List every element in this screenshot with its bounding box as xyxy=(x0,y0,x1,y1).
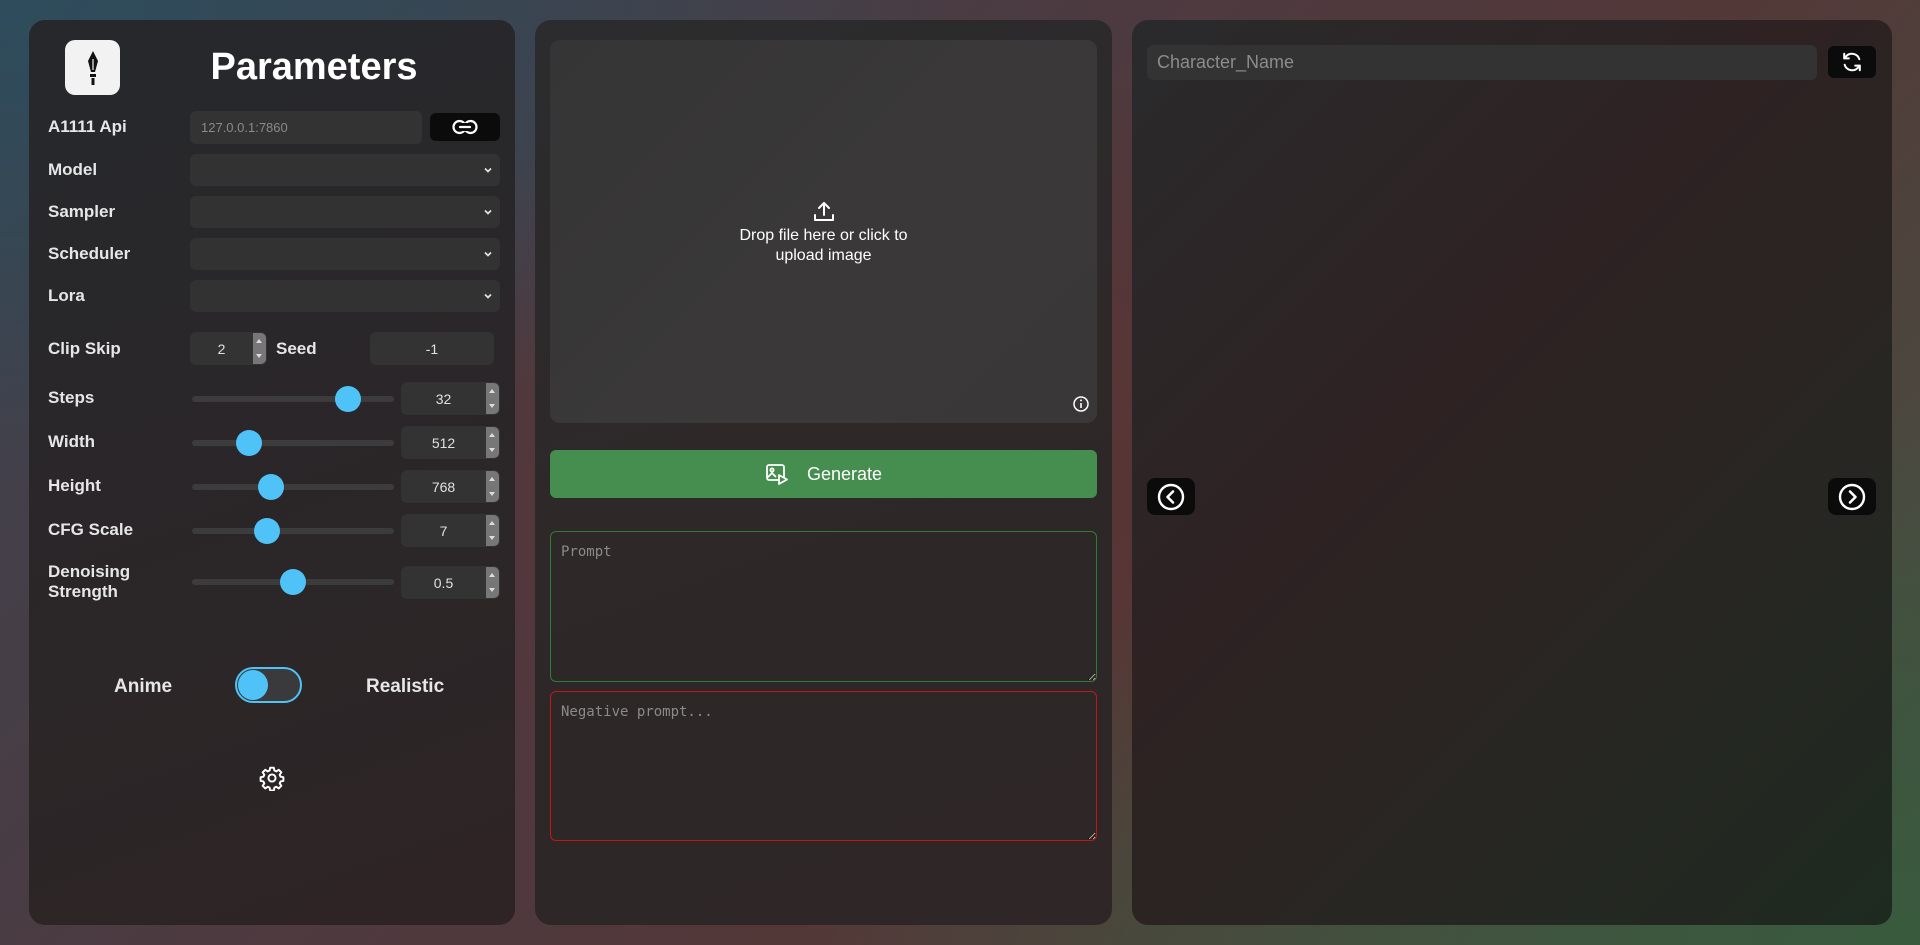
model-select[interactable] xyxy=(190,154,500,186)
pen-nib-icon xyxy=(87,50,98,85)
parameters-panel: Parameters A1111 Api 127.0.0.1:7860 Mode… xyxy=(29,20,515,925)
app-logo xyxy=(65,40,120,95)
scheduler-label: Scheduler xyxy=(48,244,131,263)
height-spinner[interactable] xyxy=(486,471,499,502)
width-label: Width xyxy=(48,432,96,451)
denoising-slider-thumb[interactable] xyxy=(280,569,306,595)
clip-skip-input[interactable]: 2 xyxy=(190,332,267,365)
cfg-scale-label: CFG Scale xyxy=(48,520,134,539)
dropzone-text: Drop file here or click to upload image xyxy=(710,226,937,266)
height-input[interactable]: 768 xyxy=(401,470,500,503)
negative-prompt-textarea[interactable] xyxy=(550,691,1097,841)
page-title: Parameters xyxy=(210,46,418,88)
prompt-textarea[interactable] xyxy=(550,531,1097,682)
anime-label: Anime xyxy=(114,676,173,697)
gear-icon[interactable] xyxy=(259,765,285,791)
clip-skip-value: 2 xyxy=(217,340,226,357)
refresh-button[interactable] xyxy=(1828,46,1876,78)
style-toggle[interactable] xyxy=(235,667,302,703)
width-slider-thumb[interactable] xyxy=(235,430,262,456)
link-icon xyxy=(452,119,478,135)
previous-image-button[interactable] xyxy=(1147,478,1195,515)
sampler-select[interactable] xyxy=(190,196,500,228)
width-input[interactable]: 512 xyxy=(401,426,500,459)
height-slider[interactable] xyxy=(192,474,394,500)
steps-slider[interactable] xyxy=(192,386,394,412)
chevron-down-icon xyxy=(484,251,492,257)
denoising-input[interactable]: 0.5 xyxy=(401,566,500,599)
height-slider-thumb[interactable] xyxy=(257,474,284,500)
denoising-value: 0.5 xyxy=(433,574,454,591)
steps-label: Steps xyxy=(48,388,95,407)
dropzone-text-line1: Drop file here or click to xyxy=(739,227,908,244)
connect-button[interactable] xyxy=(430,113,500,141)
api-url-input[interactable]: 127.0.0.1:7860 xyxy=(190,111,422,144)
lora-label: Lora xyxy=(48,286,85,305)
realistic-label: Realistic xyxy=(366,676,445,697)
lora-select[interactable] xyxy=(190,280,500,312)
seed-label: Seed xyxy=(276,339,317,358)
height-label: Height xyxy=(48,476,101,495)
clip-skip-spinner[interactable] xyxy=(253,333,266,364)
denoising-label: Denoising Strength xyxy=(48,562,130,602)
upload-icon xyxy=(814,202,834,221)
width-value: 512 xyxy=(431,434,456,451)
denoising-label-line2: Strength xyxy=(48,582,118,601)
next-image-button[interactable] xyxy=(1828,478,1876,515)
chevron-down-icon xyxy=(484,293,492,299)
image-generate-icon xyxy=(766,464,788,485)
denoising-spinner[interactable] xyxy=(486,567,499,598)
seed-input[interactable]: -1 xyxy=(370,332,494,365)
cfg-scale-slider-thumb[interactable] xyxy=(253,518,280,544)
info-icon[interactable] xyxy=(1072,395,1090,413)
cfg-scale-value: 7 xyxy=(439,522,448,539)
cfg-scale-spinner[interactable] xyxy=(486,515,499,546)
model-label: Model xyxy=(48,160,98,179)
sampler-label: Sampler xyxy=(48,202,116,221)
width-spinner[interactable] xyxy=(486,427,499,458)
steps-spinner[interactable] xyxy=(486,383,499,414)
api-label: A1111 Api xyxy=(48,117,127,136)
steps-value: 32 xyxy=(435,390,452,407)
refresh-icon xyxy=(1843,52,1861,72)
generate-button[interactable]: Generate xyxy=(550,450,1097,498)
generation-panel: Drop file here or click to upload image … xyxy=(535,20,1112,925)
image-dropzone[interactable]: Drop file here or click to upload image xyxy=(550,40,1097,423)
height-value: 768 xyxy=(431,478,456,495)
denoising-slider[interactable] xyxy=(192,569,394,595)
cfg-scale-slider[interactable] xyxy=(192,518,394,544)
steps-slider-thumb[interactable] xyxy=(334,386,361,412)
cfg-scale-input[interactable]: 7 xyxy=(401,514,500,547)
chevron-down-icon xyxy=(484,167,492,173)
chevron-down-icon xyxy=(484,209,492,215)
scheduler-select[interactable] xyxy=(190,238,500,270)
width-slider[interactable] xyxy=(192,430,394,456)
chevron-left-circle-icon xyxy=(1157,483,1185,510)
chevron-right-circle-icon xyxy=(1838,483,1866,510)
clip-skip-label: Clip Skip xyxy=(48,339,121,358)
denoising-label-line1: Denoising xyxy=(48,562,131,581)
steps-input[interactable]: 32 xyxy=(401,382,500,415)
generate-label: Generate xyxy=(806,463,883,484)
image-viewer-panel xyxy=(1132,20,1892,925)
style-toggle-knob xyxy=(238,670,268,700)
dropzone-text-line2: upload image xyxy=(775,247,872,264)
character-name-input[interactable] xyxy=(1147,45,1817,80)
